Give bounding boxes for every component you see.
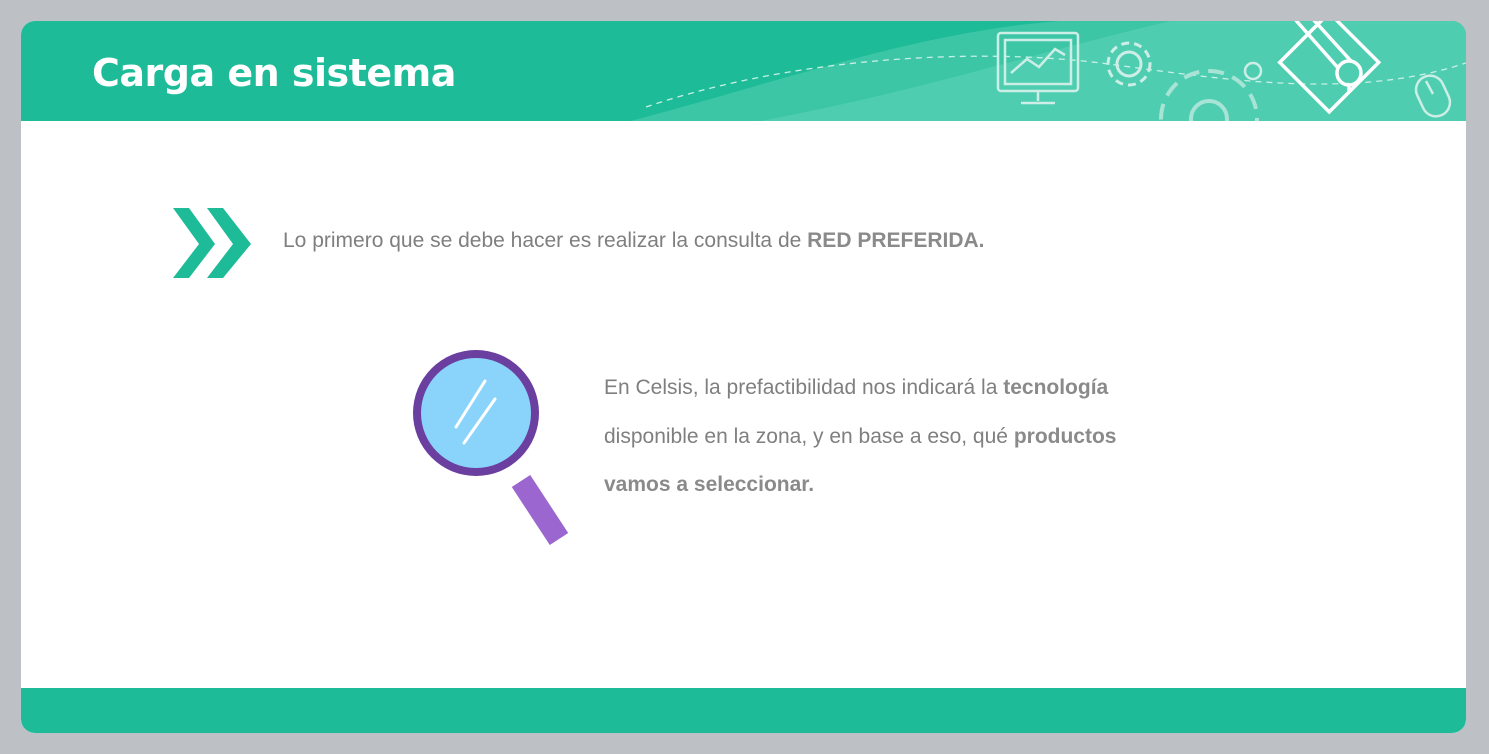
double-chevron-icon bbox=[173, 208, 251, 278]
para-line-1-text: En Celsis, la prefactibilidad nos indica… bbox=[604, 376, 1004, 399]
para-line-2-text: disponible en la zona, y en base a eso, … bbox=[604, 424, 1014, 448]
header-bar: Carga en sistema bbox=[21, 21, 1466, 121]
para-line-3: vamos a seleccionar. bbox=[604, 461, 1204, 510]
slide-card: Carga en sistema Lo primero que se debe … bbox=[21, 21, 1466, 733]
para-line-1: En Celsis, la prefactibilidad nos indica… bbox=[604, 364, 1204, 413]
intro-text: Lo primero que se debe hacer es realizar… bbox=[283, 229, 985, 253]
page-title: Carga en sistema bbox=[92, 51, 456, 95]
footer-bar bbox=[21, 688, 1466, 733]
intro-regular: Lo primero que se debe hacer es realizar… bbox=[283, 229, 808, 252]
description-paragraph: En Celsis, la prefactibilidad nos indica… bbox=[604, 364, 1204, 510]
intro-bold: RED PREFERIDA. bbox=[807, 229, 985, 252]
magnifier-icon bbox=[413, 350, 569, 546]
para-line-2-bold: productos bbox=[1013, 424, 1117, 448]
para-line-1-bold: tecnología bbox=[1003, 376, 1109, 399]
para-line-2: disponible en la zona, y en base a eso, … bbox=[604, 413, 1204, 462]
para-line-3-bold: vamos a seleccionar. bbox=[604, 473, 815, 496]
